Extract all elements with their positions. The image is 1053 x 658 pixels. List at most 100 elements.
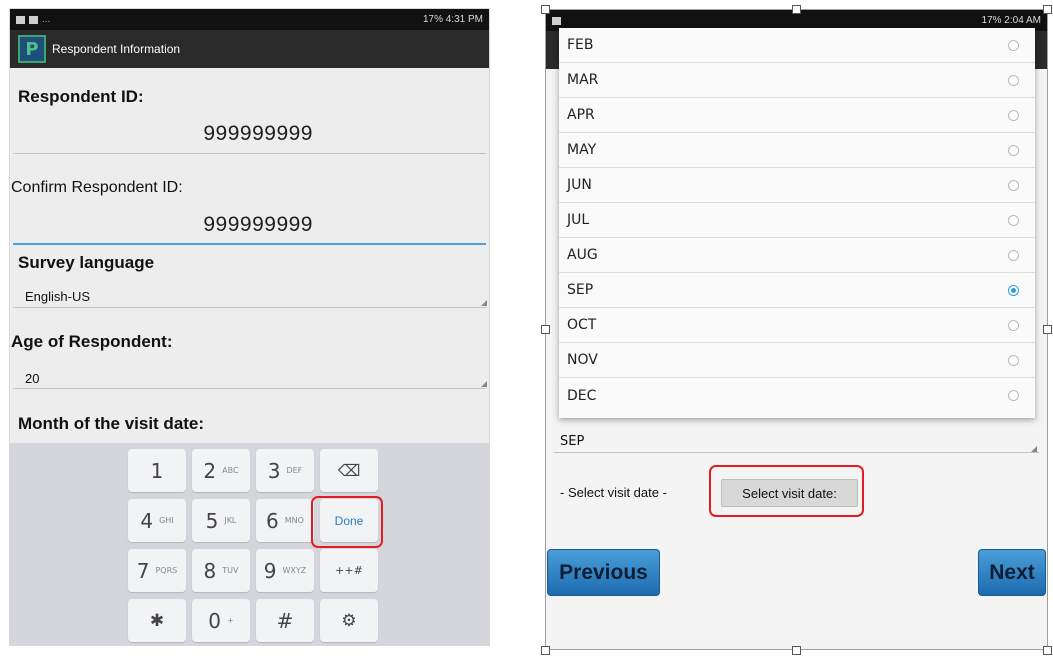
select-visit-date-text: - Select visit date - [560,485,667,500]
respondent-id-label: Respondent ID: [18,87,144,106]
month-label: Month of the visit date: [18,414,205,433]
month-option-label: OCT [567,317,597,333]
month-option[interactable]: JUL [559,203,1035,238]
month-option-label: MAY [567,142,597,158]
radio-icon [1008,144,1019,156]
month-option[interactable]: OCT [559,308,1035,343]
notification-icons [552,16,561,25]
app-bar: P Respondent Information [10,30,489,68]
key-label: 3 [267,458,281,483]
month-option-label: FEB [567,37,594,53]
key-7[interactable]: 7 PQRS [128,549,186,592]
key-sub-label: ABC [222,466,239,475]
respondent-id-field[interactable]: 999999999 [203,122,313,146]
resize-handle[interactable] [541,646,550,655]
key-label: ++# [335,564,363,577]
resize-handle[interactable] [541,325,550,334]
key-sub-label: DEF [286,466,303,475]
radio-icon [1008,249,1019,261]
resize-handle[interactable] [1043,325,1052,334]
radio-selected-icon [1008,284,1019,296]
key-1[interactable]: 1 [128,449,186,492]
spinner-corner-icon [481,300,487,306]
month-option[interactable]: MAR [559,63,1035,98]
radio-icon [1008,319,1019,331]
month-option-label: MAR [567,72,599,88]
confirm-id-underline [13,243,486,245]
key-4[interactable]: 4 GHI [128,499,186,542]
radio-icon [1008,39,1019,51]
key-label: # [276,608,294,633]
key-0[interactable]: 0 + [192,599,250,642]
age-underline [13,388,486,389]
survey-language-label: Survey language [18,253,155,272]
key-6[interactable]: 6 MNO [256,499,314,542]
key-label: 9 [263,558,277,583]
key-label: 5 [205,508,219,533]
spinner-corner-icon [481,381,487,387]
key-sub-label: MNO [284,516,304,525]
resize-handle[interactable] [1043,5,1052,14]
key-9[interactable]: 9 WXYZ [256,549,314,592]
key-hash[interactable]: # [256,599,314,642]
month-option-label: JUL [567,212,590,228]
radio-icon [1008,74,1019,86]
key-label: 7 [136,558,150,583]
month-option-label: APR [567,107,595,123]
left-phone-screen: ... 17% 4:31 PM P Respondent Information… [9,8,490,646]
key-sub-label: GHI [159,516,174,525]
backspace-icon: ⌫ [337,461,361,480]
month-spinner[interactable]: SEP [560,434,584,449]
radio-icon [1008,390,1019,401]
month-option[interactable]: NOV [559,343,1035,378]
app-title: Respondent Information [52,42,181,56]
survey-language-underline [13,307,486,308]
month-option[interactable]: MAY [559,133,1035,168]
age-label: Age of Respondent: [11,332,173,351]
key-sub-label: WXYZ [282,566,307,575]
month-option[interactable]: FEB [559,28,1035,63]
done-highlight [311,496,383,548]
key-3[interactable]: 3 DEF [256,449,314,492]
right-phone-screen: 17% 2:04 AM FEB MAR APR MAY JUN JUL AUG … [545,9,1048,650]
key-label: 0 [208,608,222,633]
month-option-label: AUG [567,247,598,263]
previous-button[interactable]: Previous [547,549,660,596]
gear-icon: ⚙ [341,610,357,631]
key-2[interactable]: 2 ABC [192,449,250,492]
resize-handle[interactable] [792,5,801,14]
month-option-label: JUN [567,177,592,193]
key-8[interactable]: 8 TUV [192,549,250,592]
respondent-id-underline [13,153,486,154]
age-spinner[interactable]: 20 [25,371,39,386]
settings-key[interactable]: ⚙ [320,599,378,642]
notification-icons: ... [16,14,50,25]
month-option-label: SEP [567,282,594,298]
symbols-key[interactable]: ++# [320,549,378,592]
month-option[interactable]: APR [559,98,1035,133]
resize-handle[interactable] [792,646,801,655]
month-option-label: DEC [567,387,597,404]
next-button[interactable]: Next [978,549,1046,596]
month-option[interactable]: AUG [559,238,1035,273]
key-asterisk[interactable]: ✱ [128,599,186,642]
select-button-highlight [709,465,864,517]
month-option[interactable]: DEC [559,378,1035,413]
confirm-id-field[interactable]: 999999999 [203,213,313,237]
backspace-key[interactable]: ⌫ [320,449,378,492]
key-sub-label: TUV [222,566,239,575]
resize-handle[interactable] [1043,646,1052,655]
resize-handle[interactable] [541,5,550,14]
status-right: 17% 2:04 AM [981,15,1041,26]
month-spinner-underline [554,452,1039,453]
month-option-selected[interactable]: SEP [559,273,1035,308]
month-option[interactable]: JUN [559,168,1035,203]
survey-language-spinner[interactable]: English-US [25,289,90,304]
key-label: 2 [203,458,217,483]
radio-icon [1008,179,1019,191]
key-label: 1 [150,458,164,483]
key-sub-label: JKL [224,516,237,525]
key-5[interactable]: 5 JKL [192,499,250,542]
key-sub-label: PQRS [155,566,178,575]
radio-icon [1008,214,1019,226]
